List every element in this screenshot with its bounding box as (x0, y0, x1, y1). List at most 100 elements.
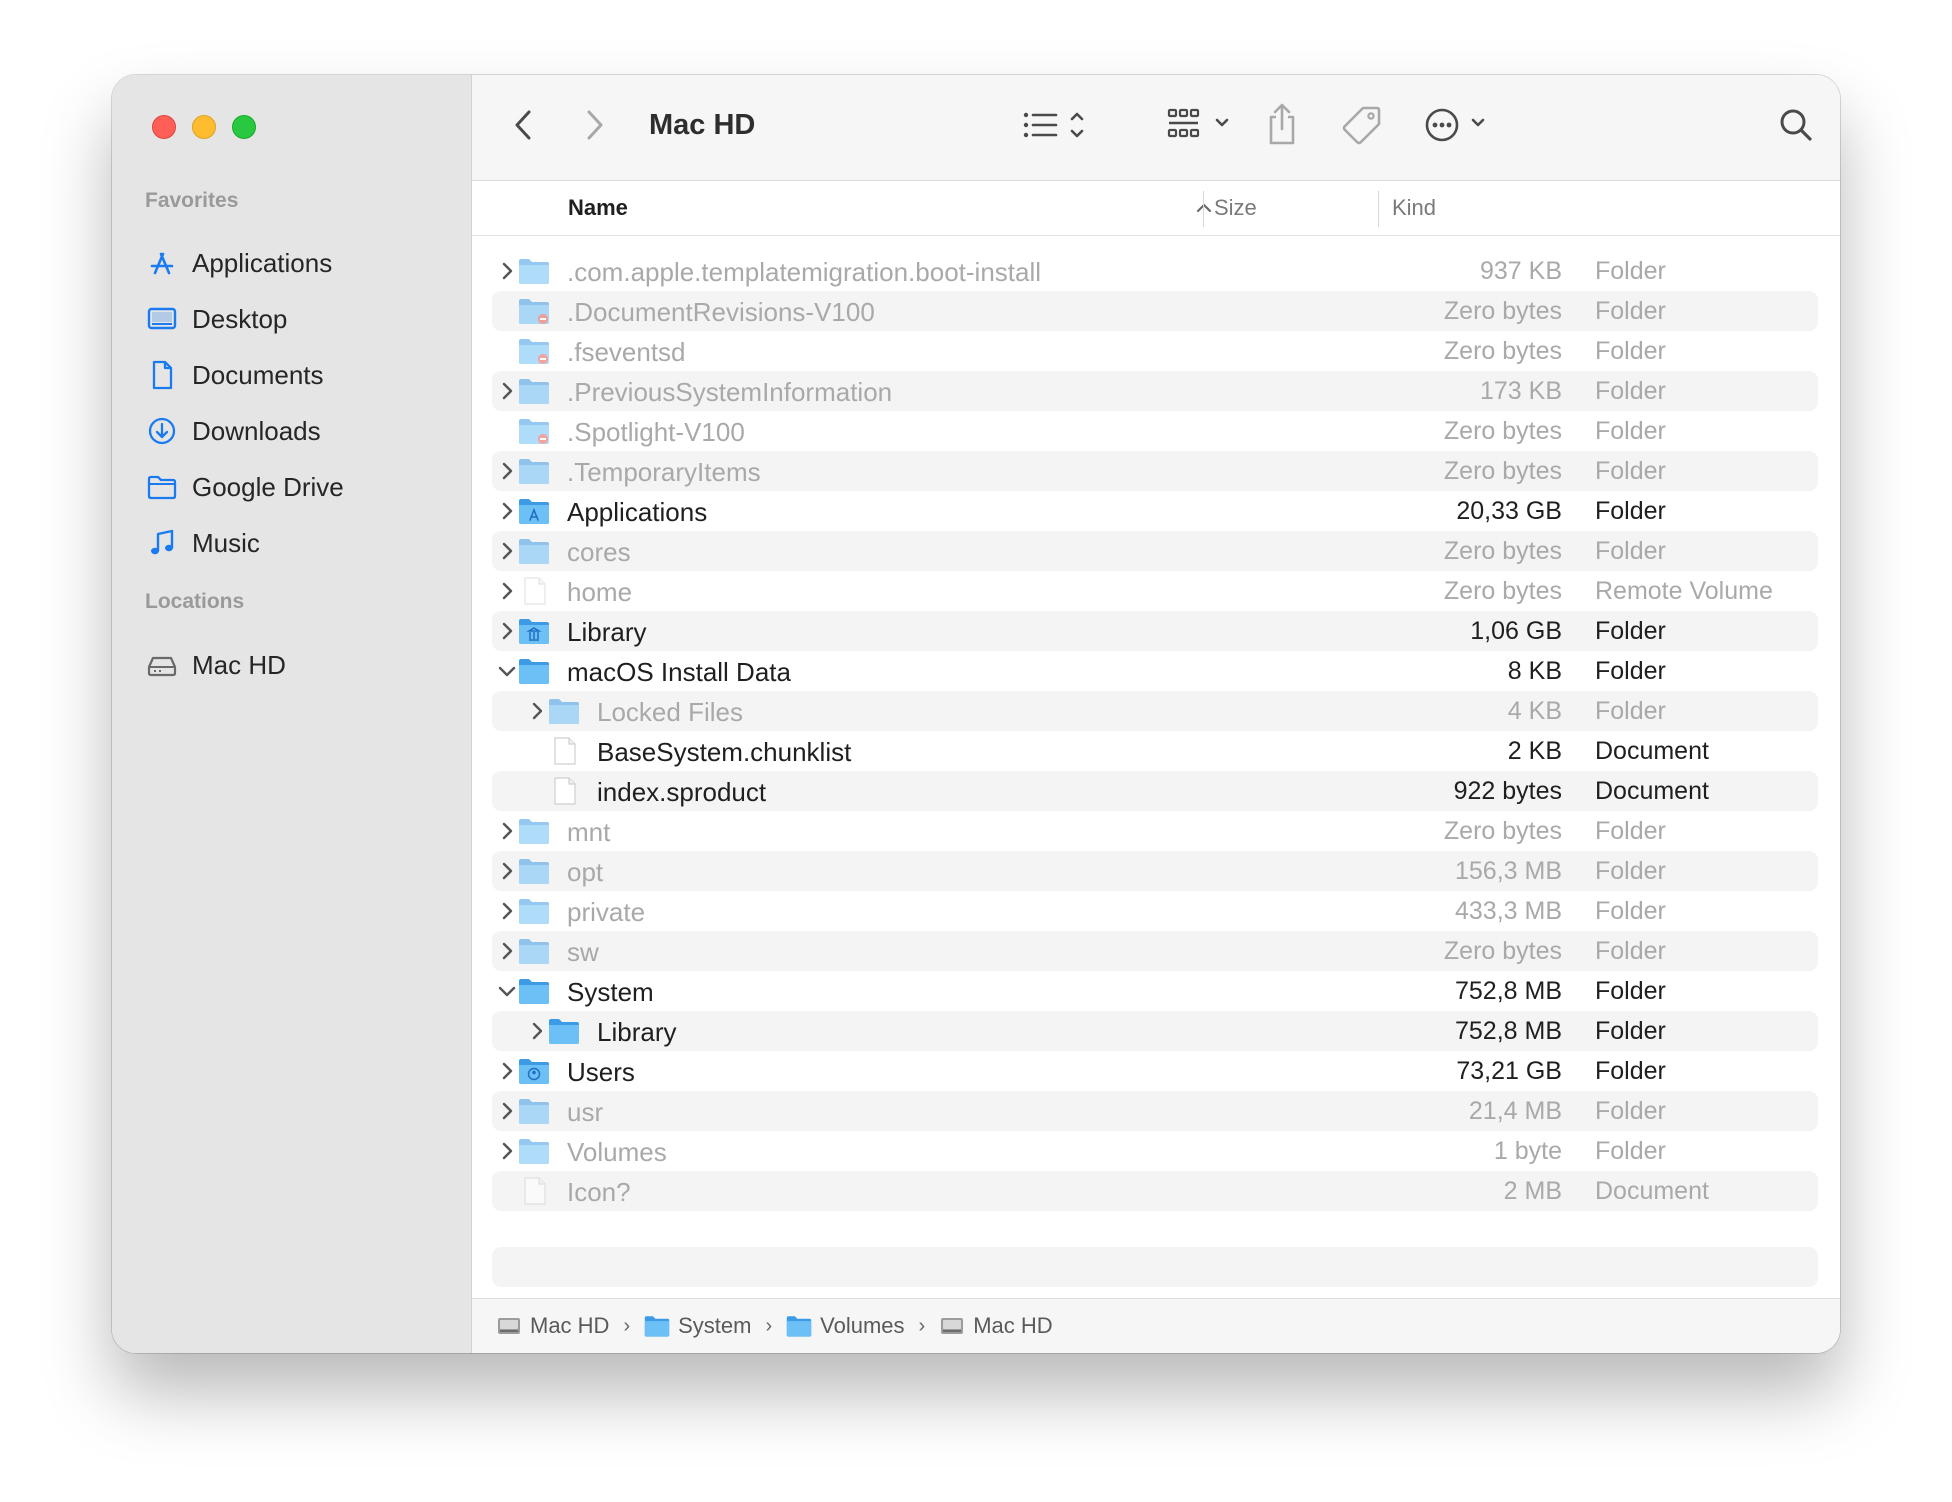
disclosure-chevron-icon[interactable] (497, 861, 517, 881)
file-list: .com.apple.templatemigration.boot-instal… (492, 251, 1818, 1211)
row-size: 433,3 MB (1454, 897, 1562, 925)
disclosure-chevron-icon[interactable] (497, 501, 517, 521)
disclosure-chevron-icon[interactable] (497, 821, 517, 841)
row-size: Zero bytes (1443, 817, 1562, 845)
view-options-button[interactable] (1020, 103, 1092, 147)
table-row[interactable]: .DocumentRevisions-V100 Zero bytes Folde… (492, 291, 1818, 331)
disclosure-chevron-icon[interactable] (497, 901, 517, 921)
row-kind: Folder (1595, 337, 1666, 365)
group-button[interactable] (1166, 103, 1242, 147)
row-name: cores (567, 537, 631, 567)
table-row[interactable]: home Zero bytes Remote Volume (492, 571, 1818, 611)
disclosure-chevron-icon[interactable] (497, 1061, 517, 1081)
row-kind: Folder (1595, 657, 1666, 685)
path-crumb-volumes[interactable]: Volumes (786, 1313, 905, 1339)
table-row[interactable]: macOS Install Data 8 KB Folder (492, 651, 1818, 691)
row-name: usr (567, 1097, 604, 1127)
table-row[interactable]: Library 1,06 GB Folder (492, 611, 1818, 651)
disclosure-chevron-icon[interactable] (497, 461, 517, 481)
sidebar-item-documents[interactable]: Documents (146, 355, 324, 395)
table-row[interactable]: .PreviousSystemInformation 173 KB Folder (492, 371, 1818, 411)
sort-ascending-icon[interactable] (1195, 201, 1213, 215)
disclosure-chevron-icon[interactable] (497, 621, 517, 641)
search-icon (1780, 109, 1812, 141)
folder-icon (518, 1137, 550, 1165)
close-button[interactable] (152, 115, 176, 139)
table-row[interactable]: .TemporaryItems Zero bytes Folder (492, 451, 1818, 491)
table-row[interactable]: Library 752,8 MB Folder (492, 1011, 1818, 1051)
table-row[interactable]: private 433,3 MB Folder (492, 891, 1818, 931)
disclosure-chevron-icon[interactable] (497, 541, 517, 561)
minimize-button[interactable] (192, 115, 216, 139)
drive-icon (147, 656, 177, 677)
table-row[interactable]: cores Zero bytes Folder (492, 531, 1818, 571)
table-row[interactable]: Users 73,21 GB Folder (492, 1051, 1818, 1091)
row-name: Users (567, 1057, 635, 1087)
sidebar-item-desktop[interactable]: Desktop (146, 299, 287, 339)
sidebar-item-google-drive[interactable]: Google Drive (146, 467, 344, 507)
disclosure-chevron-down-icon[interactable] (497, 661, 517, 681)
folder-icon (518, 1097, 550, 1125)
table-row[interactable]: .fseventsd Zero bytes Folder (492, 331, 1818, 371)
action-menu-button[interactable] (1424, 103, 1498, 147)
table-row[interactable]: BaseSystem.chunklist 2 KB Document (492, 731, 1818, 771)
zoom-button[interactable] (232, 115, 256, 139)
table-row[interactable]: Applications 20,33 GB Folder (492, 491, 1818, 531)
disclosure-chevron-down-icon[interactable] (497, 981, 517, 1001)
disclosure-chevron-icon[interactable] (497, 1141, 517, 1161)
disclosure-chevron-icon[interactable] (527, 701, 547, 721)
column-header-size[interactable]: Size (1214, 195, 1257, 221)
disclosure-chevron-icon[interactable] (497, 581, 517, 601)
folder-icon (548, 1017, 580, 1045)
disclosure-chevron-icon[interactable] (497, 1101, 517, 1121)
folder-icon (518, 537, 550, 565)
table-row[interactable]: .com.apple.templatemigration.boot-instal… (492, 251, 1818, 291)
folder-icon (518, 937, 550, 965)
sidebar-item-music[interactable]: Music (146, 523, 260, 563)
table-row[interactable]: index.sproduct 922 bytes Document (492, 771, 1818, 811)
sidebar-item-downloads[interactable]: Downloads (146, 411, 321, 451)
row-size: Zero bytes (1443, 457, 1562, 485)
disclosure-chevron-icon[interactable] (497, 261, 517, 281)
table-row[interactable]: Icon? 2 MB Document (492, 1171, 1818, 1211)
drive-icon (496, 1314, 522, 1338)
table-row[interactable]: opt 156,3 MB Folder (492, 851, 1818, 891)
path-crumb-mac-hd[interactable]: Mac HD (496, 1313, 609, 1339)
row-size: 937 KB (1479, 257, 1562, 285)
tags-button[interactable] (1340, 103, 1384, 147)
row-name: Applications (567, 497, 708, 527)
table-row[interactable]: .Spotlight-V100 Zero bytes Folder (492, 411, 1818, 451)
disclosure-chevron-icon[interactable] (497, 941, 517, 961)
column-header-name[interactable]: Name (568, 195, 628, 221)
disclosure-chevron-icon[interactable] (497, 381, 517, 401)
table-row[interactable]: Volumes 1 byte Folder (492, 1131, 1818, 1171)
table-row[interactable]: mnt Zero bytes Folder (492, 811, 1818, 851)
finder-window: Favorites Applications Desktop Documents (112, 75, 1840, 1353)
back-button[interactable] (504, 105, 544, 145)
sidebar-item-applications[interactable]: Applications (146, 243, 332, 283)
path-crumb-label: Volumes (820, 1313, 905, 1338)
row-name: .Spotlight-V100 (567, 417, 745, 447)
table-row[interactable]: usr 21,4 MB Folder (492, 1091, 1818, 1131)
tag-icon (1342, 106, 1381, 145)
table-row[interactable]: sw Zero bytes Folder (492, 931, 1818, 971)
search-button[interactable] (1774, 103, 1818, 147)
row-kind: Folder (1595, 377, 1666, 405)
path-crumb-system[interactable]: System (644, 1313, 751, 1339)
forward-button[interactable] (574, 105, 614, 145)
path-crumb-mac-hd-volume[interactable]: Mac HD (939, 1313, 1053, 1339)
column-header-kind[interactable]: Kind (1392, 195, 1436, 221)
row-size: Zero bytes (1443, 297, 1562, 325)
disclosure-chevron-icon[interactable] (527, 1021, 547, 1041)
row-kind: Folder (1595, 257, 1666, 285)
sidebar-item-label: Documents (192, 359, 324, 390)
row-kind: Folder (1595, 1137, 1666, 1165)
path-crumb-label: Mac HD (530, 1313, 610, 1338)
sidebar-item-label: Downloads (192, 415, 321, 446)
sidebar-item-mac-hd[interactable]: Mac HD (146, 645, 286, 685)
sidebar: Favorites Applications Desktop Documents (112, 75, 472, 1353)
row-size: 173 KB (1479, 377, 1562, 405)
table-row[interactable]: System 752,8 MB Folder (492, 971, 1818, 1011)
table-row[interactable]: Locked Files 4 KB Folder (492, 691, 1818, 731)
share-button[interactable] (1262, 99, 1302, 149)
